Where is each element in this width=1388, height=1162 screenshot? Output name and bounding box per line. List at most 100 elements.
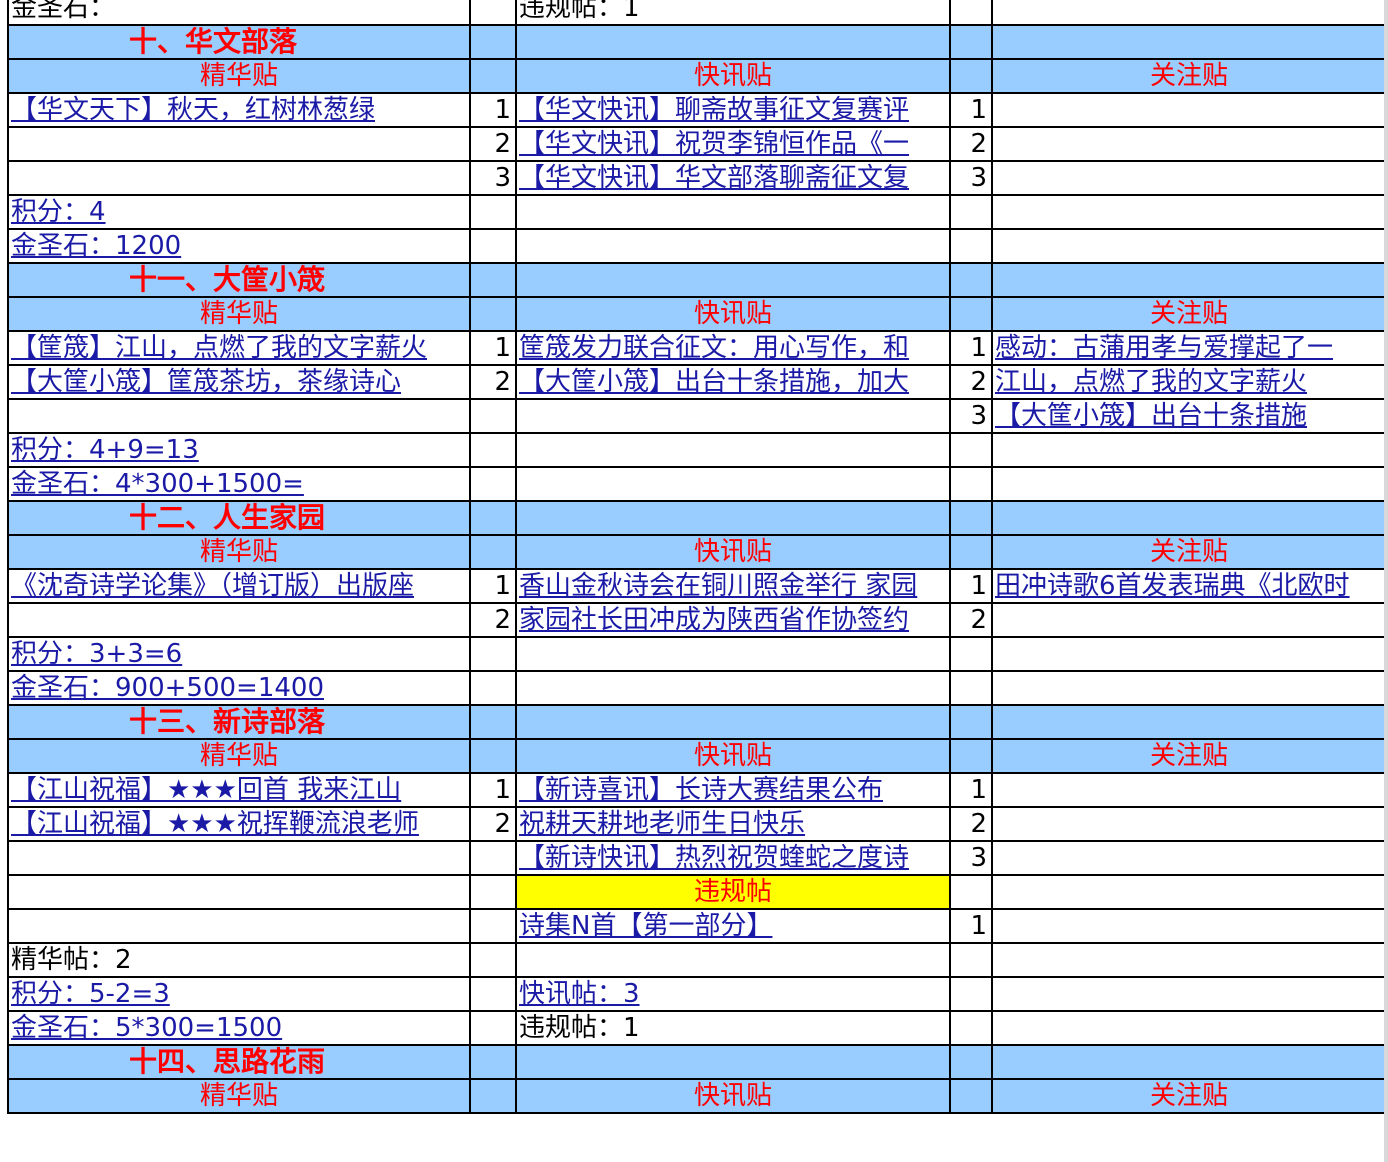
index-cell[interactable]: 1 — [949, 330, 993, 366]
news-post-link[interactable]: 【华文快讯】祝贺李锦恒作品《一 — [515, 126, 951, 162]
empty-cell[interactable] — [515, 432, 951, 468]
index-cell[interactable]: 1 — [949, 92, 993, 128]
section-title[interactable]: 十一、大筐小筬 — [7, 262, 471, 298]
news-post-link[interactable]: 筐筬发力联合征文：用心写作，和 — [515, 330, 951, 366]
empty-cell[interactable] — [991, 194, 1387, 230]
news-post-link[interactable]: 香山金秋诗会在铜川照金举行 家园 — [515, 568, 951, 604]
empty-cell[interactable] — [469, 228, 517, 264]
empty-cell[interactable] — [515, 500, 951, 536]
focus-post-link[interactable]: 感动：古蒲用孝与爱撑起了一 — [991, 330, 1387, 366]
header-featured[interactable]: 精华贴 — [7, 58, 471, 94]
header-news[interactable]: 快讯贴 — [515, 738, 951, 774]
index-cell[interactable]: 2 — [469, 806, 517, 842]
empty-cell[interactable] — [469, 432, 517, 468]
summary-cell[interactable]: 违规帖：1 — [515, 0, 951, 26]
empty-cell[interactable] — [991, 704, 1387, 740]
empty-cell[interactable] — [515, 704, 951, 740]
empty-cell[interactable] — [515, 636, 951, 672]
empty-cell[interactable] — [469, 296, 517, 332]
empty-cell[interactable] — [469, 466, 517, 502]
empty-cell[interactable] — [991, 908, 1387, 944]
index-cell[interactable]: 2 — [469, 602, 517, 638]
empty-cell[interactable] — [991, 466, 1387, 502]
summary-cell[interactable]: 金圣石： — [7, 0, 471, 26]
featured-post-link[interactable]: 【大筐小筬】筐筬茶坊，茶缘诗心 — [7, 364, 471, 400]
featured-post-link[interactable] — [7, 840, 471, 876]
empty-cell[interactable] — [949, 296, 993, 332]
header-focus[interactable]: 关注贴 — [991, 534, 1387, 570]
empty-cell[interactable] — [949, 432, 993, 468]
empty-cell[interactable] — [469, 1044, 517, 1080]
empty-cell[interactable] — [949, 670, 993, 706]
empty-cell[interactable] — [991, 228, 1387, 264]
news-post-link[interactable] — [515, 398, 951, 434]
section-title[interactable]: 十二、人生家园 — [7, 500, 471, 536]
summary-cell[interactable]: 金圣石：5*300=1500 — [7, 1010, 471, 1046]
section-title[interactable]: 十、华文部落 — [7, 24, 471, 60]
empty-cell[interactable] — [515, 466, 951, 502]
index-cell[interactable]: 2 — [949, 126, 993, 162]
section-title[interactable]: 十三、新诗部落 — [7, 704, 471, 740]
news-post-link[interactable]: 【大筐小筬】出台十条措施，加大 — [515, 364, 951, 400]
featured-post-link[interactable]: 【筐筬】江山，点燃了我的文字薪火 — [7, 330, 471, 366]
vertical-scrollbar[interactable] — [1384, 0, 1388, 1162]
index-cell[interactable] — [949, 0, 993, 26]
index-cell[interactable]: 3 — [469, 160, 517, 196]
header-focus[interactable]: 关注贴 — [991, 58, 1387, 94]
empty-cell[interactable] — [7, 908, 471, 944]
focus-post-link[interactable] — [991, 602, 1387, 638]
focus-post-link[interactable] — [991, 92, 1387, 128]
empty-cell[interactable] — [949, 874, 993, 910]
header-news[interactable]: 快讯贴 — [515, 58, 951, 94]
empty-cell[interactable] — [949, 58, 993, 94]
empty-cell[interactable] — [949, 636, 993, 672]
header-featured[interactable]: 精华贴 — [7, 738, 471, 774]
empty-cell[interactable] — [7, 874, 471, 910]
news-post-link[interactable]: 家园社长田冲成为陕西省作协签约 — [515, 602, 951, 638]
featured-post-link[interactable] — [7, 398, 471, 434]
empty-cell[interactable] — [991, 24, 1387, 60]
summary-cell[interactable]: 违规帖：1 — [515, 1010, 951, 1046]
summary-cell[interactable]: 快讯帖：3 — [515, 976, 951, 1012]
index-cell[interactable]: 3 — [949, 398, 993, 434]
empty-cell[interactable] — [469, 704, 517, 740]
focus-post-link[interactable] — [991, 840, 1387, 876]
summary-cell[interactable]: 精华帖：2 — [7, 942, 471, 978]
empty-cell[interactable] — [991, 1044, 1387, 1080]
header-news[interactable]: 快讯贴 — [515, 296, 951, 332]
empty-cell[interactable] — [469, 738, 517, 774]
empty-cell[interactable] — [949, 466, 993, 502]
featured-post-link[interactable] — [7, 602, 471, 638]
header-news[interactable]: 快讯贴 — [515, 534, 951, 570]
focus-post-link[interactable]: 田冲诗歌6首发表瑞典《北欧时 — [991, 568, 1387, 604]
focus-post-link[interactable] — [991, 806, 1387, 842]
featured-post-link[interactable]: 【华文天下】秋天，红树林葱绿 — [7, 92, 471, 128]
empty-cell[interactable] — [949, 1078, 993, 1114]
empty-cell[interactable] — [949, 1044, 993, 1080]
focus-post-link[interactable]: 【大筐小筬】出台十条措施 — [991, 398, 1387, 434]
empty-cell[interactable] — [949, 194, 993, 230]
empty-cell[interactable] — [991, 636, 1387, 672]
featured-post-link[interactable] — [7, 126, 471, 162]
header-featured[interactable]: 精华贴 — [7, 296, 471, 332]
empty-cell[interactable] — [991, 670, 1387, 706]
index-cell[interactable]: 2 — [949, 806, 993, 842]
index-cell[interactable]: 1 — [949, 772, 993, 808]
index-cell[interactable]: 2 — [949, 602, 993, 638]
empty-cell[interactable] — [949, 24, 993, 60]
index-cell[interactable]: 1 — [469, 568, 517, 604]
score-cell[interactable]: 积分：3+3=6 — [7, 636, 471, 672]
empty-cell[interactable] — [469, 908, 517, 944]
featured-post-link[interactable]: 【江山祝福】★★★回首 我来江山 — [7, 772, 471, 808]
empty-cell[interactable] — [949, 942, 993, 978]
header-featured[interactable]: 精华贴 — [7, 534, 471, 570]
news-post-link[interactable]: 【华文快讯】华文部落聊斋征文复 — [515, 160, 951, 196]
index-cell[interactable]: 1 — [949, 568, 993, 604]
index-cell[interactable]: 1 — [469, 92, 517, 128]
empty-cell[interactable] — [469, 58, 517, 94]
header-news[interactable]: 快讯贴 — [515, 1078, 951, 1114]
empty-cell[interactable] — [991, 262, 1387, 298]
header-focus[interactable]: 关注贴 — [991, 296, 1387, 332]
section-title[interactable]: 十四、思路花雨 — [7, 1044, 471, 1080]
index-cell[interactable]: 3 — [949, 840, 993, 876]
